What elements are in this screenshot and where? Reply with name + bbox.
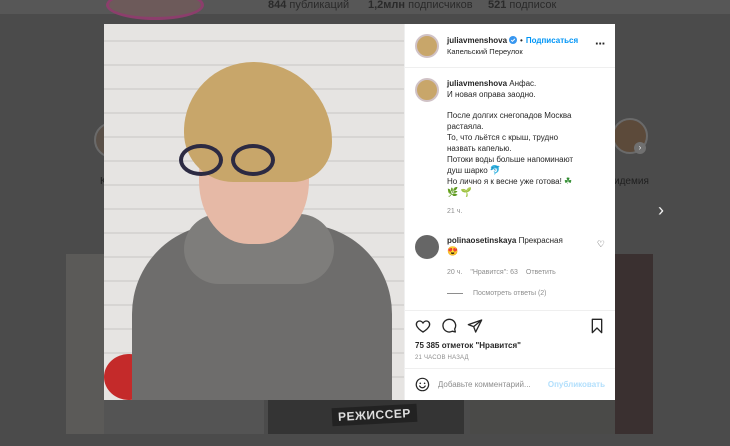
leaf-emoji-icon: 🌿 bbox=[447, 187, 459, 197]
caption-emoji-line: 🌿 🌱 bbox=[447, 187, 605, 198]
action-icons bbox=[415, 317, 605, 335]
likes-count[interactable]: 75 385 отметок "Нравится" bbox=[415, 341, 605, 350]
dolphin-emoji-icon: 🐬 bbox=[489, 165, 502, 175]
grid-tile[interactable] bbox=[66, 254, 104, 434]
caption-time[interactable]: 21 ч. bbox=[447, 206, 605, 217]
post-timestamp[interactable]: 21 ЧАСОВ НАЗАД bbox=[415, 355, 605, 361]
follow-button[interactable]: Подписаться bbox=[526, 36, 578, 45]
stat-value: 1,2млн bbox=[368, 0, 406, 11]
post-actions: 75 385 отметок "Нравится" 21 ЧАСОВ НАЗАД bbox=[405, 310, 615, 368]
like-heart-icon[interactable] bbox=[415, 318, 431, 334]
view-replies-label: Посмотреть ответы (2) bbox=[473, 290, 547, 297]
post-location[interactable]: Капельский Переулок bbox=[447, 47, 578, 56]
like-comment-icon[interactable]: ♡ bbox=[597, 239, 605, 250]
separator-dot: • bbox=[520, 35, 523, 45]
commenter-avatar[interactable] bbox=[415, 235, 439, 259]
caption-text: juliavmenshova Анфас. И новая оправа зао… bbox=[447, 78, 605, 217]
story-highlight-label: идемия bbox=[614, 176, 649, 187]
emoji-smile-icon[interactable] bbox=[415, 377, 430, 392]
heart-eyes-emoji-icon: 😍 bbox=[447, 246, 459, 256]
comment-time[interactable]: 20 ч. bbox=[447, 267, 462, 278]
author-avatar[interactable] bbox=[415, 78, 439, 102]
caption-line: Но лично я к весне уже готова! bbox=[447, 177, 562, 186]
stat-following[interactable]: 521 подписок bbox=[488, 0, 556, 11]
stat-value: 521 bbox=[488, 0, 507, 11]
next-post-arrow-icon[interactable]: › bbox=[658, 200, 664, 221]
add-comment-input[interactable] bbox=[437, 380, 548, 389]
post-side-panel: juliavmenshova • Подписаться Капельский … bbox=[404, 24, 615, 400]
comment-meta: 20 ч. "Нравится": 63 Ответить bbox=[447, 267, 597, 278]
add-comment-bar: Опубликовать bbox=[405, 368, 615, 400]
photo-lens bbox=[179, 144, 223, 176]
commenter-username[interactable]: polinaosetinskaya bbox=[447, 236, 516, 245]
caption-line: Потоки воды больше напоминают bbox=[447, 155, 574, 164]
save-bookmark-icon[interactable] bbox=[589, 318, 605, 334]
more-options-icon[interactable]: ··· bbox=[595, 36, 606, 51]
replies-line bbox=[447, 293, 463, 294]
comments-area: juliavmenshova Анфас. И новая оправа зао… bbox=[405, 68, 615, 310]
highlights-next-icon[interactable]: › bbox=[634, 142, 646, 154]
stat-label: подписок bbox=[509, 0, 557, 11]
sprout-emoji-icon: 🌱 bbox=[460, 187, 472, 197]
comment-text: polinaosetinskaya Прекрасная 😍 20 ч. "Нр… bbox=[447, 235, 597, 278]
comment-body: Прекрасная bbox=[518, 236, 563, 245]
comment: polinaosetinskaya Прекрасная 😍 20 ч. "Нр… bbox=[415, 235, 605, 278]
caption-line-shower: душ шарко 🐬 bbox=[447, 165, 605, 176]
grid-tile[interactable] bbox=[615, 254, 653, 434]
author-username[interactable]: juliavmenshova bbox=[447, 36, 507, 45]
clover-emoji-icon: ☘ bbox=[564, 176, 573, 186]
comment-bubble-icon[interactable] bbox=[441, 318, 457, 334]
caption-line: То, что льётся с крыш, трудно bbox=[447, 133, 559, 142]
caption-username[interactable]: juliavmenshova bbox=[447, 79, 507, 88]
caption-line: После долгих снегопадов Москва bbox=[447, 111, 572, 120]
post-header: juliavmenshova • Подписаться Капельский … bbox=[405, 24, 615, 68]
grid-tile[interactable] bbox=[470, 400, 615, 434]
stat-label: подписчиков bbox=[408, 0, 473, 11]
post-photo[interactable] bbox=[104, 24, 404, 400]
caption-line-spring: Но лично я к весне уже готова! ☘ bbox=[447, 176, 605, 187]
grid-tile[interactable] bbox=[104, 400, 264, 434]
caption: juliavmenshova Анфас. И новая оправа зао… bbox=[415, 78, 605, 217]
reply-button[interactable]: Ответить bbox=[526, 267, 556, 278]
comment-likes[interactable]: "Нравится": 63 bbox=[470, 267, 518, 278]
post-header-top: juliavmenshova • Подписаться bbox=[447, 36, 578, 45]
profile-avatar[interactable] bbox=[106, 0, 204, 20]
caption-paragraph: После долгих снегопадов Москва растаяла.… bbox=[447, 110, 605, 165]
post-modal: juliavmenshova • Подписаться Капельский … bbox=[104, 24, 615, 400]
caption-gap bbox=[447, 100, 605, 110]
share-paper-plane-icon[interactable] bbox=[467, 318, 483, 334]
caption-line: назвать капелью. bbox=[447, 144, 512, 153]
stat-label: публикаций bbox=[289, 0, 350, 11]
caption-line: душ шарко bbox=[447, 166, 488, 175]
author-avatar[interactable] bbox=[415, 33, 439, 58]
photo-glasses bbox=[179, 144, 299, 178]
photo-lens bbox=[231, 144, 275, 176]
caption-first-line: Анфас. bbox=[509, 79, 537, 88]
stat-posts[interactable]: 844 публикаций bbox=[268, 0, 349, 11]
publish-button[interactable]: Опубликовать bbox=[548, 380, 605, 389]
caption-line: растаяла. bbox=[447, 122, 484, 131]
stat-followers[interactable]: 1,2млн подписчиков bbox=[368, 0, 473, 11]
stat-value: 844 bbox=[268, 0, 287, 11]
verified-badge-icon bbox=[509, 36, 518, 44]
post-header-text: juliavmenshova • Подписаться Капельский … bbox=[447, 36, 578, 56]
caption-line: И новая оправа заодно. bbox=[447, 90, 536, 99]
view-replies-button[interactable]: Посмотреть ответы (2) bbox=[447, 290, 605, 297]
